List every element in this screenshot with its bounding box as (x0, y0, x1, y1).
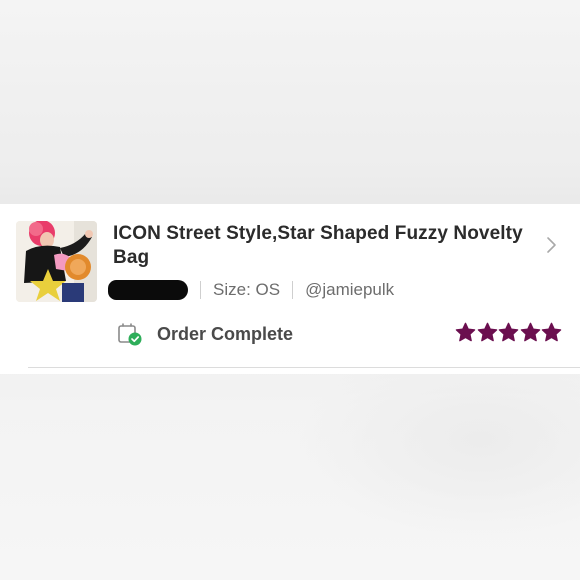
star-icon (477, 322, 497, 342)
product-thumbnail[interactable] (16, 221, 97, 302)
star-icon (520, 322, 540, 342)
divider (28, 367, 580, 368)
size-label: Size: OS (213, 280, 281, 299)
meta-separator (200, 281, 201, 299)
order-status: Order Complete (117, 322, 293, 346)
star-icon (455, 322, 476, 342)
order-status-text: Order Complete (157, 323, 294, 344)
order-card[interactable]: ICON Street Style,Star Shaped Fuzzy Nove… (0, 204, 580, 374)
rating-stars (455, 322, 563, 343)
meta-separator (292, 281, 294, 299)
seller-username[interactable]: @jamiepulk (305, 280, 394, 300)
star-icon (498, 322, 519, 342)
listing-meta: Size: OS @jamiepulk (108, 278, 394, 302)
price-redaction (108, 280, 188, 300)
star-icon (541, 322, 562, 342)
chevron-right-icon[interactable] (545, 236, 559, 254)
listing-title[interactable]: ICON Street Style,Star Shaped Fuzzy Nove… (113, 222, 523, 270)
order-complete-icon (117, 322, 143, 346)
